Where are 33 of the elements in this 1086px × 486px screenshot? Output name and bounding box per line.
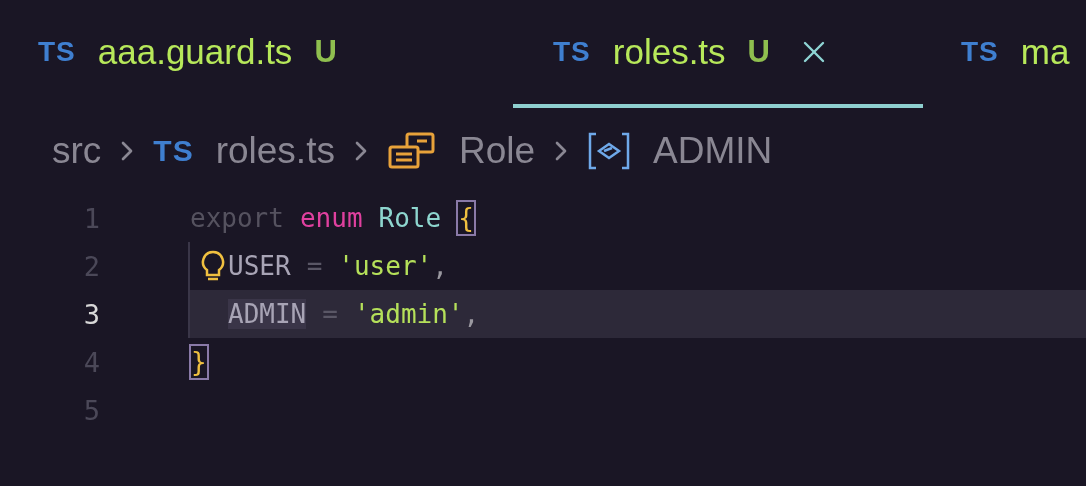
matched-bracket: {	[457, 201, 475, 235]
code-token: Role	[378, 203, 442, 233]
code-token: 'admin'	[353, 299, 464, 329]
status-letter: U	[747, 34, 770, 70]
tab-label: aaa.guard.ts	[97, 32, 293, 72]
editor-tab[interactable]: TS ma	[923, 0, 1070, 108]
code-token: export	[190, 203, 284, 233]
breadcrumb-item[interactable]: roles.ts	[215, 130, 335, 172]
code-token: =	[306, 251, 323, 281]
code-token: enum	[299, 203, 363, 233]
code-token: ,	[432, 251, 448, 281]
lightbulb-icon[interactable]	[200, 250, 226, 282]
line-number: 3	[82, 298, 100, 330]
enum-icon	[386, 131, 437, 171]
breadcrumb-item[interactable]: Role	[458, 130, 536, 172]
status-letter: U	[314, 34, 337, 70]
typescript-file-icon: TS	[961, 36, 999, 68]
matched-bracket: }	[190, 345, 208, 379]
breadcrumb-item[interactable]: src	[52, 130, 102, 172]
code-token: ADMIN	[228, 299, 307, 329]
editor-tab[interactable]: TS roles.ts U	[513, 0, 923, 108]
code-token: =	[322, 299, 338, 329]
code-token: ,	[463, 299, 480, 329]
tab-label: ma	[1020, 32, 1070, 72]
typescript-file-icon: TS	[553, 36, 591, 68]
typescript-file-icon: TS	[153, 134, 194, 168]
tab-label: roles.ts	[612, 32, 726, 72]
enum-member-icon	[587, 131, 632, 171]
editor-tab[interactable]: TS aaa.guard.ts U	[0, 0, 513, 108]
code-token: 'user'	[338, 251, 433, 281]
breadcrumb-item[interactable]: ADMIN	[653, 130, 773, 172]
typescript-file-icon: TS	[38, 36, 76, 68]
code-token: USER	[228, 251, 291, 281]
